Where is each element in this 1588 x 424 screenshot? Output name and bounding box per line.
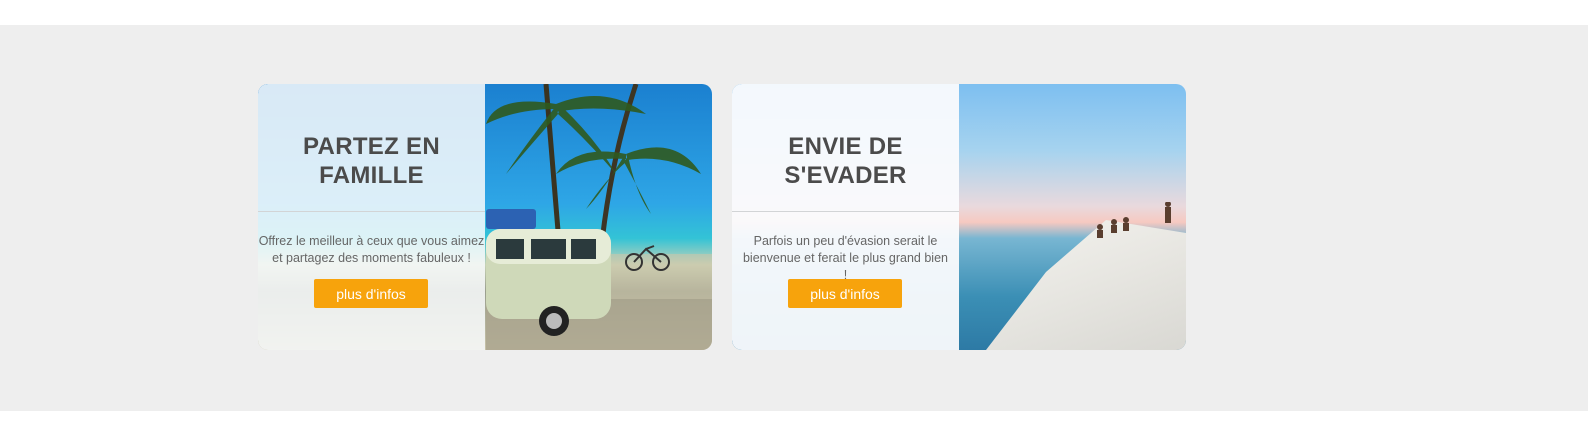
card-title-line-1: PARTEZ EN (303, 133, 440, 160)
card-title-line-1: ENVIE DE (788, 133, 903, 160)
divider (732, 211, 959, 212)
promo-section: PARTEZ EN FAMILLE Offrez le meilleur à c… (0, 25, 1588, 411)
divider (258, 211, 485, 212)
card-title-line-2: S'EVADER (784, 162, 907, 189)
card-title: ENVIE DE S'EVADER (784, 132, 906, 190)
card-description: Offrez le meilleur à ceux que vous aimez… (258, 234, 485, 265)
more-info-button[interactable]: plus d'infos (788, 279, 902, 308)
promo-card-family: PARTEZ EN FAMILLE Offrez le meilleur à c… (258, 84, 712, 350)
palm-trees-graphic (486, 84, 712, 350)
card-text-panel: PARTEZ EN FAMILLE Offrez le meilleur à c… (258, 84, 485, 350)
card-description: Parfois un peu d'évasion serait le bienv… (742, 234, 948, 282)
more-info-button[interactable]: plus d'infos (314, 279, 428, 308)
promo-card-escape: ENVIE DE S'EVADER Parfois un peu d'évasi… (732, 84, 1186, 350)
card-text-panel: ENVIE DE S'EVADER Parfois un peu d'évasi… (732, 84, 959, 350)
people-on-cliff-graphic (1097, 202, 1171, 238)
top-bar (0, 0, 1588, 25)
card-title-line-2: FAMILLE (319, 162, 424, 189)
card-title: PARTEZ EN FAMILLE (303, 132, 440, 190)
